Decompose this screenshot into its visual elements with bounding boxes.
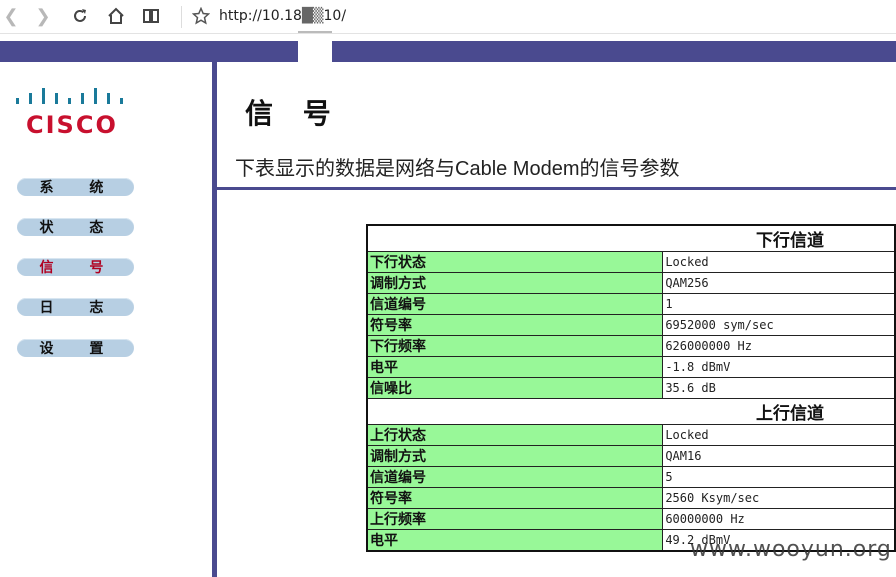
row-label: 上行状态 — [366, 424, 664, 446]
row-value: 1 — [662, 293, 896, 315]
table-row: 下行状态 Locked — [366, 251, 896, 273]
table-row: 符号率 2560 Ksym/sec — [366, 487, 896, 509]
row-label: 符号率 — [366, 314, 664, 336]
cisco-wordmark: CISCO — [26, 111, 118, 139]
bookmark-star-icon[interactable] — [190, 5, 212, 27]
table-row: 信道编号 5 — [366, 466, 896, 488]
sidebar — [0, 62, 212, 577]
upstream-header: 上行信道 — [366, 398, 896, 425]
row-label: 符号率 — [366, 487, 664, 509]
downstream-header: 下行信道 — [366, 224, 896, 252]
row-value: 2560 Ksym/sec — [662, 487, 896, 509]
reader-view-icon[interactable] — [140, 5, 162, 27]
cisco-logo: CISCO — [14, 85, 134, 139]
table-row: 下行频率 626000000 Hz — [366, 335, 896, 357]
row-label: 信道编号 — [366, 466, 664, 488]
url-field[interactable]: http://10.18█▒10/ — [219, 8, 346, 24]
row-value: Locked — [662, 251, 896, 273]
table-row: 上行频率 60000000 Hz — [366, 508, 896, 530]
cisco-bars-icon — [16, 88, 123, 104]
row-label: 下行状态 — [366, 251, 664, 273]
row-label: 下行频率 — [366, 335, 664, 357]
url-tail-part: 10/ — [323, 8, 347, 24]
row-label: 信噪比 — [366, 377, 664, 399]
row-value: 60000000 Hz — [662, 508, 896, 530]
row-value: -1.8 dBmV — [662, 356, 896, 378]
table-row: 电平 -1.8 dBmV — [366, 356, 896, 378]
table-row: 上行状态 Locked — [366, 424, 896, 446]
home-icon[interactable] — [105, 5, 127, 27]
downstream-header-row: 下行信道 — [366, 224, 896, 252]
nav-settings-button[interactable]: 设 置 — [17, 339, 134, 357]
signal-table: 下行信道 下行状态 Locked 调制方式 QAM256 信道编号 1 符号率 6952… — [366, 224, 896, 552]
row-value: 6952000 sym/sec — [662, 314, 896, 336]
header-notch — [298, 41, 332, 62]
back-icon[interactable]: ❮ — [0, 5, 22, 27]
content-divider — [217, 187, 896, 190]
page-description: 下表显示的数据是网络与Cable Modem的信号参数 — [235, 158, 680, 180]
url-redacted: █▒ — [301, 8, 324, 24]
row-value: 5 — [662, 466, 896, 488]
table-row: 信道编号 1 — [366, 293, 896, 315]
table-row: 调制方式 QAM256 — [366, 272, 896, 294]
row-label: 电平 — [366, 356, 664, 378]
toolbar-separator — [181, 6, 182, 28]
row-value: 35.6 dB — [662, 377, 896, 399]
table-row: 符号率 6952000 sym/sec — [366, 314, 896, 336]
url-underline — [298, 31, 332, 33]
nav-signal-button[interactable]: 信 号 — [17, 258, 134, 276]
row-value: QAM16 — [662, 445, 896, 467]
nav-log-button[interactable]: 日 志 — [17, 298, 134, 316]
header-bar — [0, 41, 896, 62]
row-label: 电平 — [366, 529, 664, 552]
table-row: 调制方式 QAM16 — [366, 445, 896, 467]
nav-status-button[interactable]: 状 态 — [17, 218, 134, 236]
row-value: Locked — [662, 424, 896, 446]
nav-system-button[interactable]: 系 统 — [17, 178, 134, 196]
row-value: QAM256 — [662, 272, 896, 294]
row-label: 调制方式 — [366, 272, 664, 294]
table-row: 信噪比 35.6 dB — [366, 377, 896, 399]
upstream-header-row: 上行信道 — [366, 398, 896, 425]
row-label: 信道编号 — [366, 293, 664, 315]
forward-icon[interactable]: ❯ — [32, 5, 54, 27]
watermark: www.wooyun.org — [690, 537, 892, 562]
page-title: 信 号 — [245, 97, 341, 130]
browser-toolbar: ❮ ❯ http://10.18█▒10/ — [0, 0, 896, 34]
row-label: 上行频率 — [366, 508, 664, 530]
reload-icon[interactable] — [69, 5, 91, 27]
sidebar-divider — [212, 62, 217, 577]
url-visible-part: http://10.18 — [219, 8, 302, 24]
row-label: 调制方式 — [366, 445, 664, 467]
row-value: 626000000 Hz — [662, 335, 896, 357]
